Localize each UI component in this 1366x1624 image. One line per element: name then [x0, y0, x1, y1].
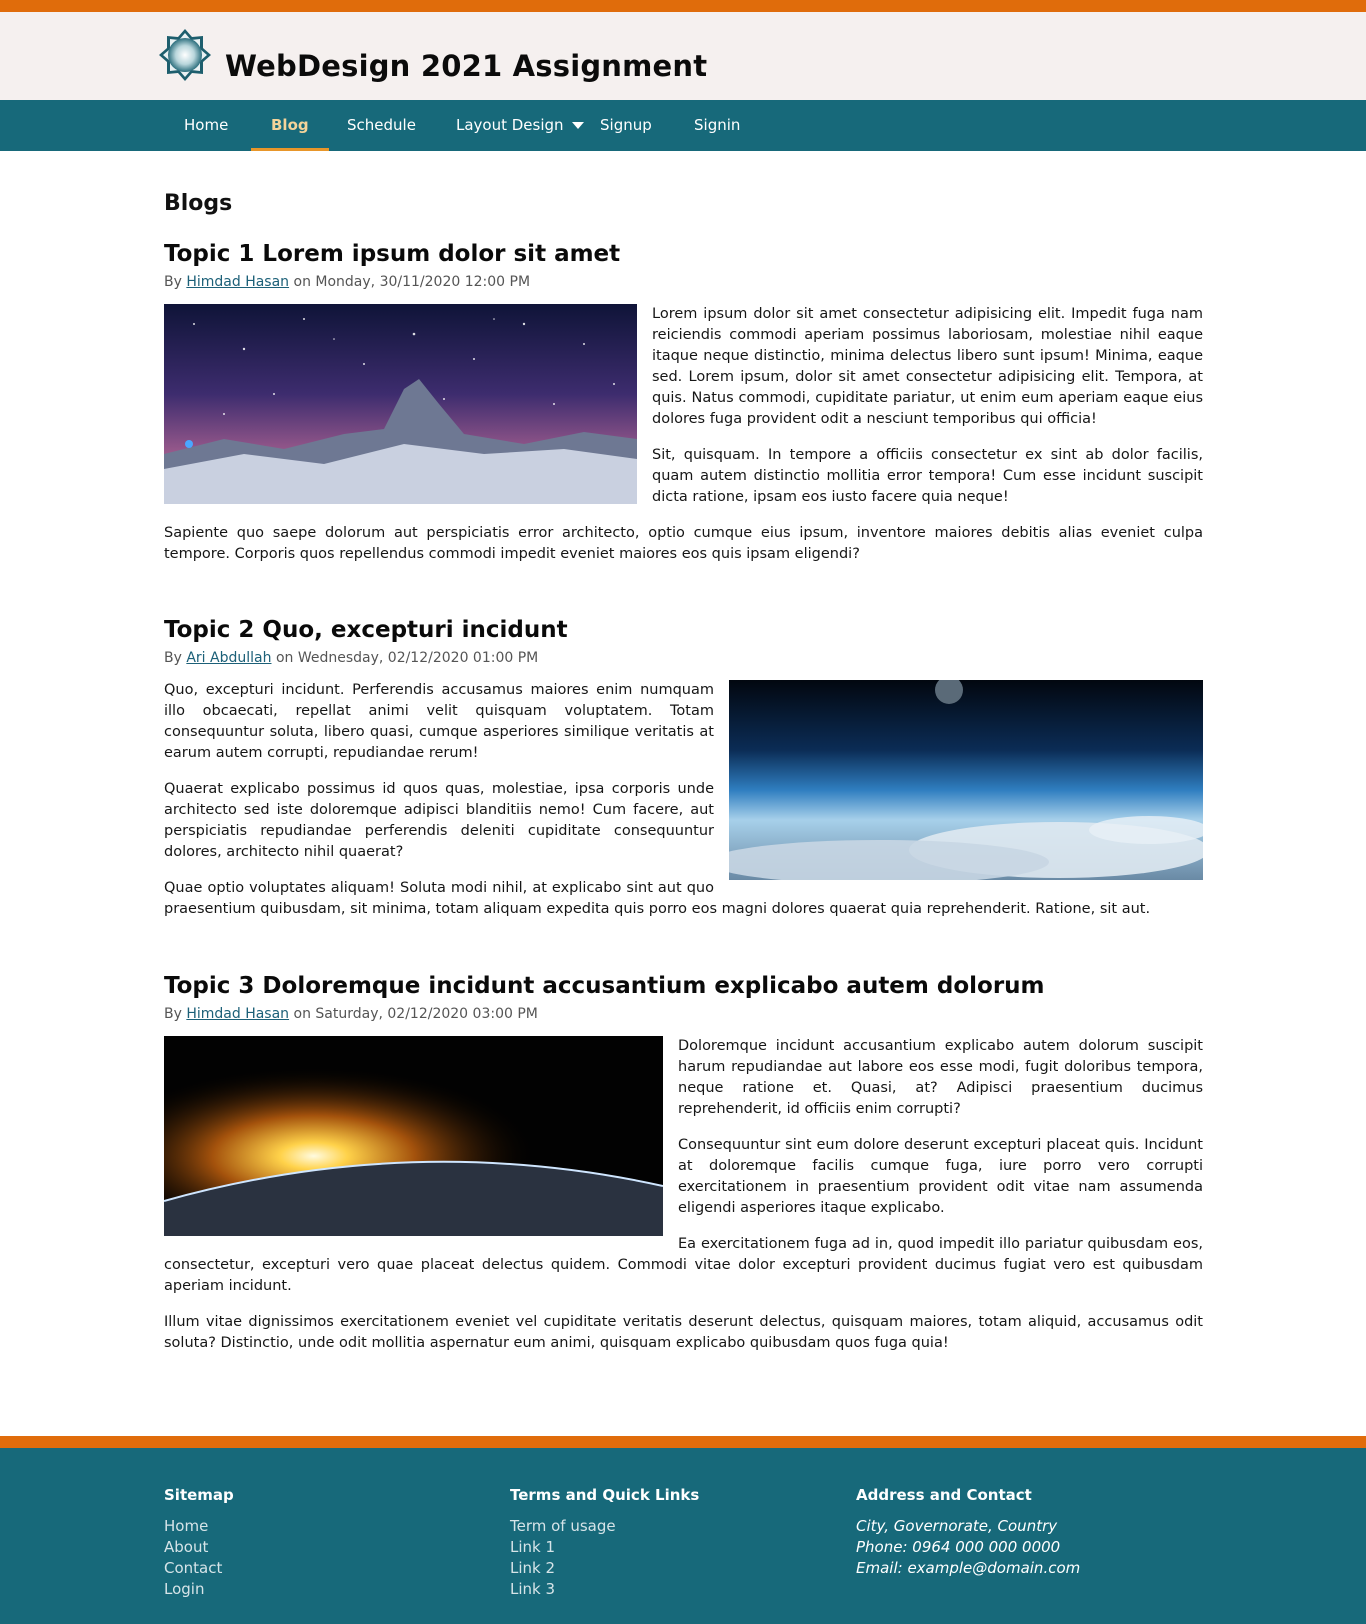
- author-link[interactable]: Himdad Hasan: [186, 1006, 289, 1022]
- author-link[interactable]: Himdad Hasan: [186, 274, 289, 290]
- post-paragraph: Quae optio voluptates aliquam! Soluta mo…: [164, 880, 1151, 917]
- footer-sitemap: Sitemap Home About Contact Login: [164, 1486, 234, 1600]
- blog-post: Topic 2 Quo, excepturi incidunt By Ari A…: [164, 617, 1203, 935]
- footer-heading: Terms and Quick Links: [510, 1486, 700, 1504]
- footer-terms: Terms and Quick Links Term of usage Link…: [510, 1486, 699, 1600]
- footer-email: Email: example@domain.com: [856, 1559, 1081, 1577]
- footer-link-login[interactable]: Login: [164, 1579, 234, 1600]
- footer-heading: Sitemap: [164, 1486, 234, 1504]
- post-date: on Monday, 30/11/2020 12:00 PM: [293, 274, 531, 290]
- author-link[interactable]: Ari Abdullah: [186, 650, 271, 666]
- post-by: By: [164, 274, 182, 290]
- chevron-down-icon: [571, 122, 584, 129]
- blog-post: Topic 3 Doloremque incidunt accusantium …: [164, 973, 1203, 1369]
- site-header: WebDesign 2021 Assignment: [0, 12, 1366, 100]
- footer-link-terms[interactable]: Term of usage: [510, 1516, 699, 1537]
- footer-link-contact[interactable]: Contact: [164, 1558, 234, 1579]
- top-accent-bar: [0, 0, 1366, 12]
- footer-link-about[interactable]: About: [164, 1537, 234, 1558]
- nav-blog[interactable]: Blog: [251, 100, 329, 151]
- nav-home[interactable]: Home: [184, 100, 228, 151]
- post-paragraph: Ea exercitationem fuga ad in, quod imped…: [164, 1236, 1203, 1294]
- site-logo-icon[interactable]: [158, 28, 212, 82]
- earth-atmosphere-image: [729, 680, 1203, 880]
- footer-link-home[interactable]: Home: [164, 1516, 234, 1537]
- post-meta: By Himdad Hasan on Saturday, 02/12/2020 …: [164, 1006, 1203, 1022]
- post-meta: By Ari Abdullah on Wednesday, 02/12/2020…: [164, 650, 1203, 666]
- post-title: Topic 3 Doloremque incidunt accusantium …: [164, 973, 1045, 999]
- sunrise-planet-image: [164, 1036, 663, 1236]
- nav-layout-design-label: Layout Design: [456, 116, 564, 134]
- main-nav: Home Blog Schedule Layout Design Signup …: [0, 100, 1366, 151]
- site-footer: Sitemap Home About Contact Login Terms a…: [0, 1436, 1366, 1624]
- post-title: Topic 1 Lorem ipsum dolor sit amet: [164, 241, 621, 267]
- footer-link-3[interactable]: Link 3: [510, 1579, 699, 1600]
- footer-heading: Address and Contact: [856, 1486, 1032, 1504]
- footer-phone: Phone: 0964 000 000 0000: [856, 1538, 1061, 1556]
- post-title: Topic 2 Quo, excepturi incidunt: [164, 617, 568, 643]
- site-title: WebDesign 2021 Assignment: [225, 49, 708, 83]
- post-paragraph: Illum vitae dignissimos exercitationem e…: [164, 1314, 1203, 1351]
- post-by: By: [164, 650, 182, 666]
- post-date: on Wednesday, 02/12/2020 01:00 PM: [275, 650, 539, 666]
- footer-contact: Address and Contact City, Governorate, C…: [856, 1486, 1080, 1579]
- footer-link-2[interactable]: Link 2: [510, 1558, 699, 1579]
- post-body: Lorem ipsum dolor sit amet consectetur a…: [164, 304, 1203, 565]
- post-by: By: [164, 1006, 182, 1022]
- nav-signup[interactable]: Signup: [600, 100, 652, 151]
- post-date: on Saturday, 02/12/2020 03:00 PM: [293, 1006, 538, 1022]
- nav-signin[interactable]: Signin: [694, 100, 740, 151]
- nav-schedule[interactable]: Schedule: [347, 100, 416, 151]
- post-body: Quo, excepturi incidunt. Perferendis acc…: [164, 680, 1203, 920]
- post-paragraph: Sapiente quo saepe dolorum aut perspicia…: [164, 525, 1203, 562]
- footer-link-1[interactable]: Link 1: [510, 1537, 699, 1558]
- page-heading: Blogs: [164, 191, 233, 216]
- post-meta: By Himdad Hasan on Monday, 30/11/2020 12…: [164, 274, 1203, 290]
- post-body: Doloremque incidunt accusantium explicab…: [164, 1036, 1203, 1354]
- nav-layout-design[interactable]: Layout Design: [456, 100, 584, 151]
- blog-post: Topic 1 Lorem ipsum dolor sit amet By Hi…: [164, 241, 1203, 580]
- footer-address: City, Governorate, Country: [856, 1517, 1058, 1535]
- mountain-night-image: [164, 304, 637, 504]
